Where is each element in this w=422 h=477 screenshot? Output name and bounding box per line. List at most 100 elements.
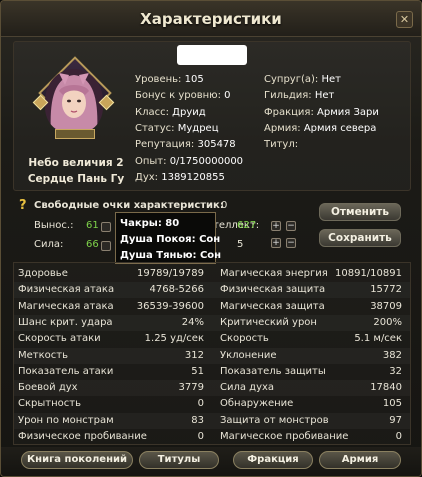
info-spirit: Дух: 1389120855: [135, 172, 225, 183]
table-cell-r: Физическая защита: [220, 284, 326, 296]
stats-table: Здоровье 19789/19789 Магическая энергия 108…: [13, 262, 411, 445]
table-cell-l: Шанс крит. удара: [18, 316, 113, 328]
tooltip: Чакры: 80 Душа Покоя: Сон Душа Тянью: Со…: [115, 212, 221, 264]
rank-title-1: Небо величия 2: [28, 157, 124, 169]
attr-stamina-value: 61: [86, 220, 99, 231]
table-cell-rv: 105: [382, 398, 402, 410]
info-title: Титул:: [264, 139, 299, 150]
table-cell-lv: 0: [197, 431, 204, 442]
character-portrait: [32, 56, 115, 145]
title-bar[interactable]: Характеристики ✕: [1, 1, 421, 37]
table-cell-rv: 15772: [370, 284, 402, 296]
attr-strength-value: 66: [86, 239, 99, 250]
table-cell-rv: 32: [389, 365, 402, 377]
table-cell-r: Обнаружение: [220, 398, 294, 410]
free-points-label: Свободные очки характеристик:: [34, 200, 224, 211]
table-cell-r: Критический урон: [220, 316, 317, 328]
table-cell-lv: 1.25 уд/сек: [144, 333, 204, 345]
table-row: Магическая атака 36539-39600 Магическая за…: [14, 299, 410, 315]
table-row: Физическое пробивание 0 Магическое пробива…: [14, 429, 410, 445]
table-cell-lv: 0: [197, 398, 204, 410]
table-cell-rv: 17840: [370, 382, 402, 394]
agility-minus-button[interactable]: −: [286, 238, 296, 248]
intellect-plus-button[interactable]: +: [271, 221, 281, 231]
cancel-button[interactable]: Отменить: [319, 203, 401, 221]
info-spouse: Супруг(а): Нет: [264, 74, 341, 85]
table-cell-l: Физическое пробивание: [18, 431, 147, 442]
table-row: Урон по монстрам 83 Защита от монстров 97: [14, 413, 410, 429]
table-cell-r: Показатель защиты: [220, 365, 326, 377]
close-icon[interactable]: ✕: [396, 11, 413, 28]
table-cell-lv: 4768-5266: [149, 284, 204, 296]
attr-stamina-label: Вынос.:: [34, 220, 74, 231]
table-cell-lv: 83: [191, 414, 204, 426]
table-cell-r: Уклонение: [220, 349, 277, 361]
table-row: Меткость 312 Уклонение 382: [14, 348, 410, 364]
table-cell-rv: 5.1 м/сек: [354, 333, 402, 345]
help-icon[interactable]: ?: [19, 198, 27, 213]
table-cell-l: Боевой дух: [18, 382, 78, 394]
save-button[interactable]: Сохранить: [319, 229, 401, 247]
table-row: Шанс крит. удара 24% Критический урон 200%: [14, 315, 410, 331]
generations-book-button[interactable]: Книга поколений: [21, 451, 133, 469]
table-cell-l: Здоровье: [18, 268, 68, 279]
table-cell-r: Защита от монстров: [220, 414, 329, 426]
free-points-value: 0: [221, 200, 228, 211]
info-guild: Гильдия: Нет: [264, 90, 335, 101]
info-level-bonus: Бонус к уровню: 0: [135, 90, 231, 101]
table-cell-rv: 200%: [373, 316, 402, 328]
agility-plus-button[interactable]: +: [271, 238, 281, 248]
info-status: Статус: Мудрец: [135, 123, 219, 134]
table-cell-l: Физическая атака: [18, 284, 115, 296]
rank-title-2: Сердце Пань Гу: [27, 173, 125, 185]
table-cell-lv: 312: [184, 349, 204, 361]
attr-intellect-value: 627: [237, 220, 257, 231]
table-cell-lv: 51: [191, 365, 204, 377]
table-cell-rv: 382: [382, 349, 402, 361]
table-cell-r: Магическая защита: [220, 300, 325, 312]
table-row: Скорость атаки 1.25 уд/сек Скорость 5.1 м/с…: [14, 331, 410, 347]
table-cell-lv: 24%: [181, 316, 204, 328]
table-cell-rv: 10891/10891: [335, 268, 402, 279]
table-cell-l: Меткость: [18, 349, 68, 361]
info-experience: Опыт: 0/1750000000: [135, 156, 244, 167]
character-window: Характеристики ✕ Небо величия 2 Сердце П…: [0, 0, 422, 477]
strength-arrow-button[interactable]: [101, 241, 111, 251]
faction-button[interactable]: Фракция: [233, 451, 313, 469]
tooltip-line: Чакры: 80: [120, 218, 180, 229]
attr-agility-value: 5: [237, 239, 244, 250]
table-cell-lv: 3779: [178, 382, 204, 394]
avatar: [45, 69, 103, 133]
table-cell-rv: 97: [389, 414, 402, 426]
table-cell-rv: 0: [395, 431, 402, 442]
titles-button[interactable]: Титулы: [139, 451, 219, 469]
portrait-level-bar: [55, 129, 95, 139]
info-army: Армия: Армия севера: [264, 123, 377, 134]
table-cell-l: Скрытность: [18, 398, 81, 410]
table-row: Физическая атака 4768-5266 Физическая защи…: [14, 282, 410, 298]
table-cell-r: Магическая энергия: [220, 268, 328, 279]
info-reputation: Репутация: 305478: [135, 139, 236, 150]
table-cell-l: Скорость атаки: [18, 333, 101, 345]
stamina-arrow-button[interactable]: [101, 222, 111, 232]
info-class: Класс: Друид: [135, 107, 206, 118]
table-row: Боевой дух 3779 Сила духа 17840: [14, 380, 410, 396]
table-row: Показатель атаки 51 Показатель защиты 32: [14, 364, 410, 380]
table-cell-r: Магическое пробивание: [220, 431, 349, 442]
info-level: Уровень: 105: [135, 74, 204, 85]
table-row: Скрытность 0 Обнаружение 105: [14, 396, 410, 412]
window-title: Характеристики: [140, 10, 282, 28]
army-button[interactable]: Армия: [319, 451, 401, 469]
info-faction: Фракция: Армия Зари: [264, 107, 379, 118]
table-cell-lv: 36539-39600: [136, 300, 204, 312]
tooltip-line: Душа Покоя: Сон: [120, 234, 221, 245]
table-cell-lv: 19789/19789: [137, 268, 204, 279]
table-cell-l: Магическая атака: [18, 300, 114, 312]
table-row: Здоровье 19789/19789 Магическая энергия 108…: [14, 266, 410, 282]
table-cell-r: Скорость: [220, 333, 269, 345]
attr-strength-label: Сила:: [34, 239, 64, 250]
table-cell-r: Сила духа: [220, 382, 275, 394]
table-cell-rv: 38709: [370, 300, 402, 312]
table-cell-l: Показатель атаки: [18, 365, 114, 377]
intellect-minus-button[interactable]: −: [286, 221, 296, 231]
